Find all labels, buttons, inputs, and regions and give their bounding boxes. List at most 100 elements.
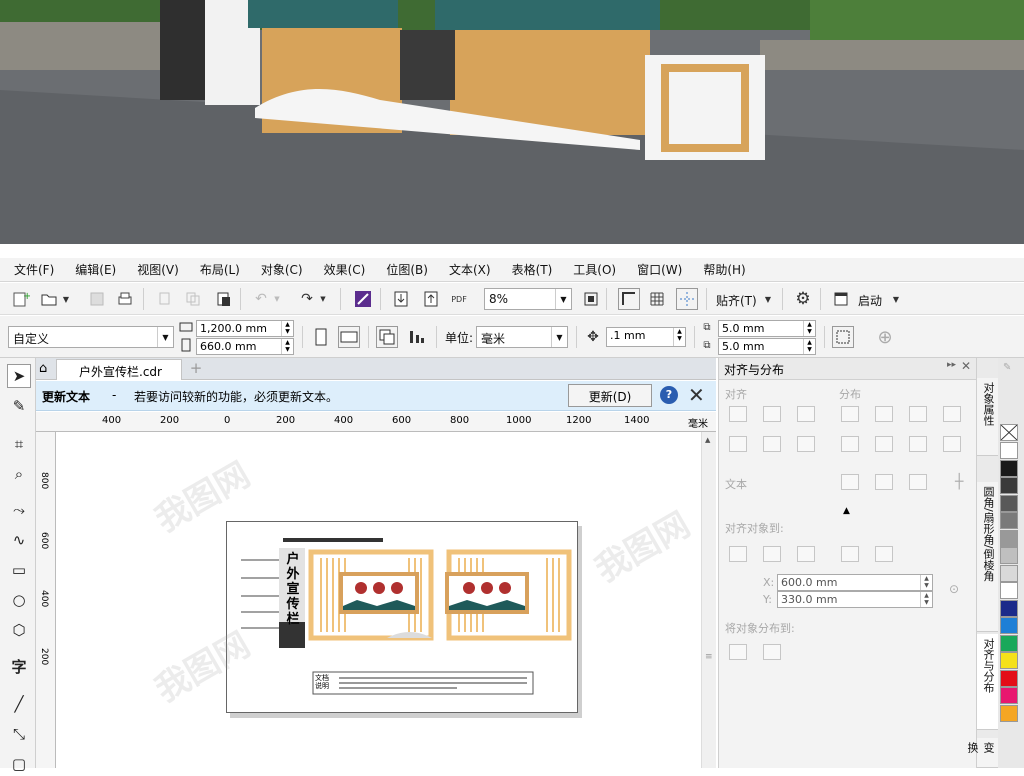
crop-tool-icon[interactable]: ⌗	[7, 432, 31, 456]
distribute-left-icon[interactable]	[841, 406, 859, 422]
add-preset-icon[interactable]: ⊕	[874, 326, 896, 348]
distribute-top-icon[interactable]	[841, 436, 859, 452]
import-icon[interactable]	[352, 288, 374, 310]
text-add-icon[interactable]: ┼	[955, 474, 963, 490]
color-swatch[interactable]	[1000, 564, 1018, 582]
nudge-spinner-icon[interactable]: ▲ ▼	[673, 328, 685, 346]
duplicate-y-spinner-icon[interactable]: ▲ ▼	[803, 339, 815, 354]
color-swatch[interactable]	[1000, 704, 1018, 722]
zoom-level-combo[interactable]: 8% ▼	[484, 288, 572, 310]
import-file-icon[interactable]	[390, 288, 412, 310]
show-guidelines-icon[interactable]	[676, 288, 698, 310]
distribute-center-icon[interactable]	[875, 406, 893, 422]
undo-dropdown-icon[interactable]: ▼	[272, 288, 282, 310]
snap-to-label[interactable]: 贴齐(T)	[716, 292, 757, 309]
menu-help[interactable]: 帮助(H)	[703, 261, 745, 278]
distribute-middle-icon[interactable]	[875, 436, 893, 452]
print-icon[interactable]	[114, 288, 136, 310]
drop-shadow-tool-icon[interactable]: ▢	[7, 752, 31, 776]
page-size-preset-combo[interactable]: 自定义 ▼	[8, 326, 174, 348]
cut-icon[interactable]	[154, 288, 176, 310]
menu-object[interactable]: 对象(C)	[261, 261, 303, 278]
color-swatch[interactable]	[1000, 652, 1018, 669]
preset-dropdown-icon[interactable]: ▼	[157, 327, 173, 347]
color-swatch[interactable]	[1000, 529, 1018, 547]
color-swatch[interactable]	[1000, 634, 1018, 652]
align-to-point-icon[interactable]	[875, 546, 893, 562]
show-rulers-icon[interactable]	[618, 288, 640, 310]
align-bottom-icon[interactable]	[797, 436, 815, 452]
align-top-icon[interactable]	[729, 436, 747, 452]
polygon-tool-icon[interactable]: ⬡	[7, 618, 31, 642]
zoom-dropdown-icon[interactable]: ▼	[555, 289, 571, 309]
freehand-tool-icon[interactable]: ⤳	[7, 498, 31, 522]
home-icon[interactable]: ⌂	[39, 361, 47, 376]
landscape-icon[interactable]	[338, 326, 360, 348]
launch-label[interactable]: 启动	[858, 292, 882, 309]
align-center-h-icon[interactable]	[763, 406, 781, 422]
align-right-icon[interactable]	[797, 406, 815, 422]
distribute-vspacing-icon[interactable]	[909, 436, 927, 452]
scroll-up-icon[interactable]: ▲	[705, 436, 710, 444]
new-tab-plus-icon[interactable]: +	[186, 359, 206, 379]
distribute-right-icon[interactable]	[943, 406, 961, 422]
color-swatch[interactable]	[1000, 442, 1018, 459]
page-width-field[interactable]: 1,200.0 mm ▲ ▼	[196, 320, 294, 337]
shape-tool-icon[interactable]: ✎	[7, 394, 31, 418]
all-pages-icon[interactable]	[376, 326, 398, 348]
distribute-to-page-icon[interactable]	[763, 644, 781, 660]
color-swatch[interactable]	[1000, 459, 1018, 477]
launch-dropdown-icon[interactable]: ▼	[890, 288, 902, 310]
export-file-icon[interactable]	[420, 288, 442, 310]
redo-dropdown-icon[interactable]: ▼	[318, 288, 328, 310]
menu-table[interactable]: 表格(T)	[512, 261, 553, 278]
drawing-canvas[interactable]: 户 外 宣 传 栏 文档说明	[56, 432, 701, 768]
pick-tool-icon[interactable]: ➤	[7, 364, 31, 388]
units-dropdown-icon[interactable]: ▼	[551, 327, 567, 347]
full-screen-icon[interactable]	[580, 288, 602, 310]
color-swatch[interactable]	[1000, 617, 1018, 634]
tab-transform[interactable]: 变换	[966, 738, 999, 768]
duplicate-x-spinner-icon[interactable]: ▲ ▼	[803, 321, 815, 336]
text-tool-icon[interactable]: 字	[7, 654, 31, 678]
tab-object-properties[interactable]: 对象属性	[977, 378, 999, 456]
text-bbox-icon[interactable]	[909, 474, 927, 490]
help-icon[interactable]: ?	[660, 386, 678, 404]
redo-icon[interactable]: ↷	[296, 288, 318, 310]
menu-bitmaps[interactable]: 位图(B)	[386, 261, 428, 278]
align-y-field[interactable]: 330.0 mm ▲ ▼	[777, 591, 933, 608]
collapse-arrow-icon[interactable]: ▲	[843, 506, 850, 516]
distribute-bottom-icon[interactable]	[943, 436, 961, 452]
align-left-icon[interactable]	[729, 406, 747, 422]
color-swatch[interactable]	[1000, 669, 1018, 687]
panel-close-icon[interactable]: ✕	[961, 359, 971, 373]
publish-pdf-icon[interactable]: PDF	[448, 288, 470, 310]
menu-layout[interactable]: 布局(L)	[200, 261, 240, 278]
text-line-icon[interactable]	[875, 474, 893, 490]
snap-dropdown-icon[interactable]: ▼	[762, 288, 774, 310]
menu-edit[interactable]: 编辑(E)	[75, 261, 116, 278]
ellipse-tool-icon[interactable]: ○	[7, 588, 31, 612]
distribute-spacing-icon[interactable]	[909, 406, 927, 422]
units-combo[interactable]: 毫米 ▼	[476, 326, 568, 348]
portrait-icon[interactable]	[310, 326, 332, 348]
color-swatch[interactable]	[1000, 547, 1018, 564]
target-point-icon[interactable]: ⊙	[949, 582, 959, 596]
align-to-center-icon[interactable]	[797, 546, 815, 562]
new-document-icon[interactable]: +	[10, 288, 32, 310]
nudge-distance-field[interactable]: .1 mm ▲ ▼	[606, 327, 686, 347]
save-icon[interactable]	[86, 288, 108, 310]
align-center-v-icon[interactable]	[763, 436, 781, 452]
tab-fillet-scallop-chamfer[interactable]: 圆角/扇形角/倒棱角	[977, 482, 999, 632]
menu-file[interactable]: 文件(F)	[14, 261, 54, 278]
align-x-spinner-icon[interactable]: ▲ ▼	[920, 575, 932, 590]
text-baseline-icon[interactable]	[841, 474, 859, 490]
color-swatch[interactable]	[1000, 599, 1018, 617]
zoom-tool-icon[interactable]: ⌕	[7, 462, 31, 486]
color-swatch[interactable]	[1000, 512, 1018, 529]
no-color-swatch[interactable]	[1000, 424, 1018, 441]
show-grid-icon[interactable]	[646, 288, 668, 310]
menu-text[interactable]: 文本(X)	[449, 261, 491, 278]
align-to-active-icon[interactable]	[729, 546, 747, 562]
rectangle-tool-icon[interactable]: ▭	[7, 558, 31, 582]
